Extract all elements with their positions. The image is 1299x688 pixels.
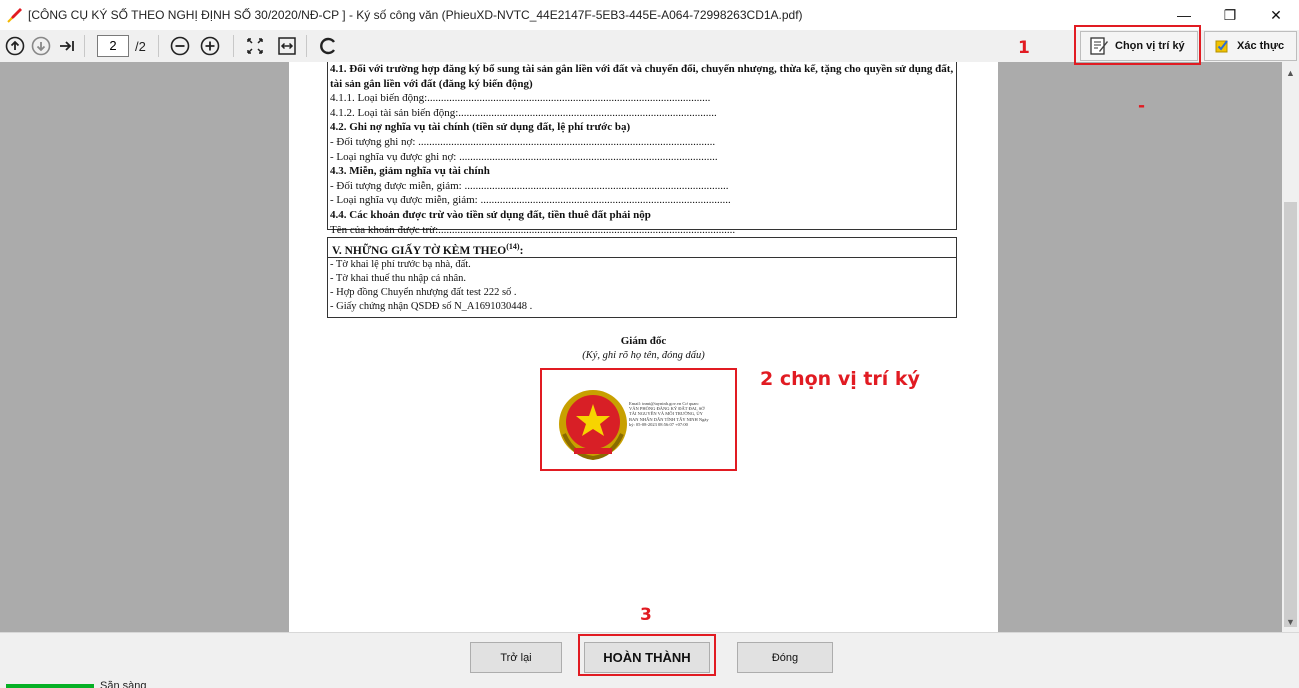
annotation-step-1: 1 [1018,38,1030,58]
back-button[interactable]: Trở lại [470,642,562,673]
fit-page-button[interactable] [244,35,266,57]
attachment-item: - Tờ khai lệ phí trước bạ nhà, đất. [330,259,471,270]
next-page-button[interactable] [30,35,52,57]
scroll-down-icon[interactable]: ▼ [1282,613,1299,630]
pen-icon [7,8,22,23]
section-5-heading: V. NHỮNG GIẤY TỜ KÈM THEO(14): [328,238,956,258]
toolbar-divider [305,35,307,57]
status-bar: Sẵn sàng [0,680,1299,688]
vertical-scrollbar[interactable]: ▲ ▼ [1282,62,1299,632]
highlight-choose-position [1074,25,1201,65]
signer-title: Giám đốc [620,335,667,347]
zoom-in-button[interactable] [199,35,221,57]
page-total: /2 [135,38,146,54]
refresh-icon [319,37,335,55]
arrow-down-circle-icon [31,36,51,56]
zoom-out-button[interactable] [169,35,191,57]
attachment-item: - Giấy chứng nhận QSDĐ số N_A1691030448 … [330,301,533,312]
attachment-item: - Tờ khai thuế thu nhập cá nhân. [330,273,466,284]
status-text: Sẵn sàng [100,680,147,688]
scroll-up-icon[interactable]: ▲ [1282,64,1299,81]
highlight-finish-button [578,634,716,676]
section-heading: 4.2. Ghi nợ nghĩa vụ tài chính (tiền sử … [330,121,631,134]
last-page-button[interactable] [56,35,78,57]
close-window-button[interactable]: ✕ [1253,0,1299,30]
toolbar-divider [157,35,159,57]
zoom-out-icon [170,36,190,56]
toolbar-divider [232,35,234,57]
pdf-page[interactable]: 4.1. Đối với trường hợp đăng ký bổ sung … [289,62,998,632]
arrow-up-circle-icon [5,36,25,56]
annotation-step-3: 3 [640,605,652,625]
form-line: 4.1.2. Loại tài sản biến động:..........… [330,106,717,119]
toolbar-divider [84,35,85,57]
refresh-button[interactable] [317,35,339,57]
form-line: - Loại nghĩa vụ được ghi nợ: ...........… [330,150,718,163]
checkbox-icon [1215,40,1228,53]
fit-width-button[interactable] [276,35,298,57]
attachment-item: - Hợp đồng Chuyển nhượng đất test 222 số… [330,287,517,298]
signer-note: (Ký, ghi rõ họ tên, đóng dấu) [582,350,705,361]
restore-button[interactable]: ❐ [1207,0,1253,30]
window-title: [CÔNG CỤ KÝ SỐ THEO NGHỊ ĐỊNH SỐ 30/2020… [28,8,803,22]
page-number-input[interactable]: 2 [97,35,129,57]
section-heading: 4.1. Đối với trường hợp đăng ký bổ sung … [330,63,954,90]
annotation-step-2: 2 chọn vị trí ký [760,368,920,390]
section-heading: 4.3. Miễn, giảm nghĩa vụ tài chính [330,165,490,178]
highlight-signature-position [540,368,737,471]
fit-page-icon [247,38,263,54]
annotation-dash: - [1138,96,1146,116]
first-page-button[interactable] [4,35,26,57]
form-line: - Đối tượng ghi nợ: ....................… [330,135,716,148]
form-line: 4.1.1. Loại biến động:..................… [330,92,711,105]
fit-width-icon [278,37,296,55]
status-progress [6,684,94,688]
section-heading: 4.4. Các khoản được trừ vào tiền sử dụng… [330,208,651,221]
verify-label: Xác thực [1237,40,1285,52]
arrow-to-end-icon [60,41,74,51]
form-line: - Đối tượng được miễn, giảm: ...........… [330,179,729,192]
form-line: Tên của khoản được trừ:.................… [330,223,736,236]
zoom-in-icon [200,36,220,56]
verify-button[interactable]: Xác thực [1204,31,1297,61]
close-button[interactable]: Đóng [737,642,833,673]
form-line: - Loại nghĩa vụ được miễn, giảm: .......… [330,194,731,207]
section-5-box: V. NHỮNG GIẤY TỜ KÈM THEO(14): - Tờ khai… [327,237,957,318]
section-4-box: 4.1. Đối với trường hợp đăng ký bổ sung … [327,62,957,236]
scrollbar-thumb[interactable] [1284,202,1297,627]
